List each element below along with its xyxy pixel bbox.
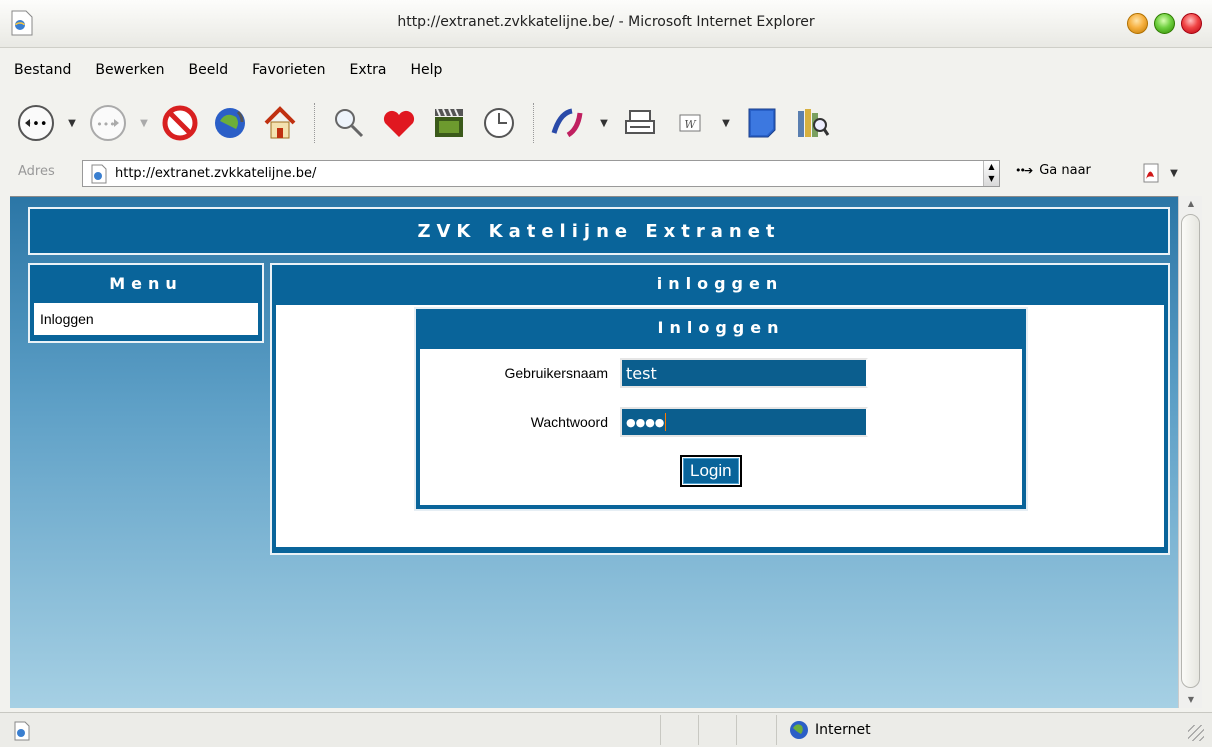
menu-panel: Menu Inloggen [28, 263, 264, 343]
page-icon [91, 164, 107, 183]
forward-dropdown-icon[interactable]: ▼ [138, 118, 150, 129]
minimize-button[interactable] [1127, 13, 1148, 34]
status-bar: Internet [0, 712, 1212, 747]
address-bar: Adres http://extranet.zvkkatelijne.be/ ▲… [0, 156, 1212, 192]
address-dropdown-icon[interactable]: ▲ ▼ [983, 161, 999, 186]
address-input[interactable]: http://extranet.zvkkatelijne.be/ ▲ ▼ [82, 160, 1000, 187]
security-zone: Internet [776, 715, 871, 745]
content-panel: inloggen Inloggen Gebruikersnaam test Wa… [270, 263, 1170, 555]
resize-grip-icon[interactable] [1188, 725, 1204, 741]
print-icon[interactable] [620, 101, 660, 145]
login-button[interactable]: Login [683, 458, 739, 484]
window-title: http://extranet.zvkkatelijne.be/ - Micro… [397, 14, 815, 30]
history-icon[interactable] [479, 101, 519, 145]
svg-text:W: W [684, 118, 697, 131]
page-viewport: ZVK Katelijne Extranet Menu Inloggen inl… [10, 196, 1178, 708]
text-caret [665, 413, 667, 431]
mail-dropdown-icon[interactable]: ▼ [598, 118, 610, 129]
vertical-scrollbar[interactable]: ▲ ▼ [1178, 196, 1202, 708]
title-bar: http://extranet.zvkkatelijne.be/ - Micro… [0, 0, 1212, 48]
stop-icon[interactable] [160, 101, 200, 145]
login-header: Inloggen [657, 318, 785, 337]
home-icon[interactable] [260, 101, 300, 145]
password-mask: ●●●● [626, 415, 665, 429]
back-icon[interactable]: ••• [16, 101, 56, 145]
refresh-icon[interactable] [210, 101, 250, 145]
menu-bestand[interactable]: Bestand [14, 62, 71, 78]
close-button[interactable] [1181, 13, 1202, 34]
security-zone-label: Internet [815, 722, 871, 738]
maximize-button[interactable] [1154, 13, 1175, 34]
pdf-tool-button[interactable]: ▼ [1140, 161, 1184, 185]
go-label: Ga naar [1039, 163, 1091, 178]
password-field[interactable]: ●●●● [620, 407, 868, 437]
pdf-dropdown-icon[interactable]: ▼ [1168, 168, 1180, 179]
scroll-down-icon[interactable]: ▼ [1179, 692, 1203, 708]
login-button-focus-ring: Login [680, 455, 742, 487]
edit-dropdown-icon[interactable]: ▼ [720, 118, 732, 129]
toolbar: ••• ▼ ••• ▼ ▼ W ▼ [0, 92, 1212, 154]
content-header: inloggen [656, 274, 784, 293]
menu-bar: Bestand Bewerken Beeld Favorieten Extra … [0, 52, 1212, 88]
discuss-icon[interactable] [742, 101, 782, 145]
edit-icon[interactable]: W [670, 101, 710, 145]
address-label: Adres [18, 164, 55, 179]
go-arrow-icon: ••➔ [1015, 164, 1033, 177]
login-form: Inloggen Gebruikersnaam test Wachtwoord … [414, 307, 1028, 511]
address-url[interactable]: http://extranet.zvkkatelijne.be/ [115, 166, 316, 181]
research-icon[interactable] [792, 101, 832, 145]
password-label: Wachtwoord [530, 414, 608, 430]
menu-bewerken[interactable]: Bewerken [95, 62, 164, 78]
status-cell [736, 715, 774, 745]
forward-icon[interactable]: ••• [88, 101, 128, 145]
username-label: Gebruikersnaam [504, 365, 609, 381]
globe-icon [790, 721, 808, 739]
media-icon[interactable] [429, 101, 469, 145]
page-status-icon [14, 721, 30, 741]
status-cell [660, 715, 698, 745]
pdf-icon [1143, 163, 1159, 183]
site-banner: ZVK Katelijne Extranet [28, 207, 1170, 255]
menu-favorieten[interactable]: Favorieten [252, 62, 325, 78]
search-icon[interactable] [329, 101, 369, 145]
back-dropdown-icon[interactable]: ▼ [66, 118, 78, 129]
favorites-icon[interactable] [379, 101, 419, 145]
menu-header: Menu [109, 274, 183, 293]
scroll-thumb[interactable] [1181, 214, 1200, 688]
status-cell [698, 715, 736, 745]
mail-icon[interactable] [548, 101, 588, 145]
scroll-up-icon[interactable]: ▲ [1179, 196, 1203, 212]
username-field[interactable]: test [620, 358, 868, 388]
username-value: test [626, 363, 657, 383]
menu-help[interactable]: Help [411, 62, 443, 78]
menu-item-inloggen[interactable]: Inloggen [34, 303, 258, 335]
go-button[interactable]: ••➔ Ga naar [1015, 163, 1091, 178]
content-body: Inloggen Gebruikersnaam test Wachtwoord … [276, 305, 1164, 547]
svg-text:•••: ••• [96, 118, 115, 131]
menu-extra[interactable]: Extra [350, 62, 387, 78]
menu-beeld[interactable]: Beeld [188, 62, 228, 78]
